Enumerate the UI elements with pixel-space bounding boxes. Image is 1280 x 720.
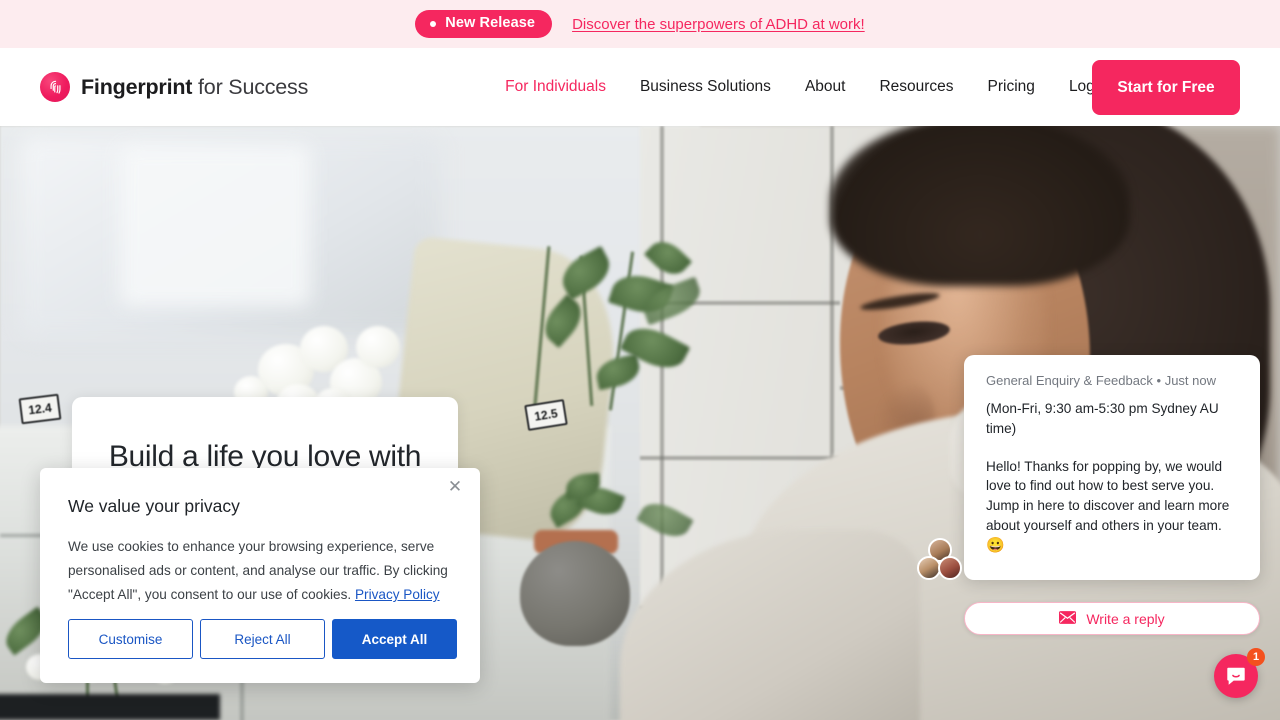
dot-icon [430, 20, 437, 27]
nav-item-about[interactable]: About [788, 78, 863, 96]
chat-message-card[interactable]: General Enquiry & Feedback • Just now (M… [964, 355, 1260, 580]
fingerprint-icon [40, 72, 70, 102]
chat-message-body: Hello! Thanks for popping by, we would l… [986, 457, 1238, 556]
site-header: Fingerprint for Success For Individuals … [0, 48, 1280, 126]
brand-logo[interactable]: Fingerprint for Success [40, 72, 308, 102]
price-tag: 12.4 [18, 393, 62, 425]
page-root: New Release Discover the superpowers of … [0, 0, 1280, 720]
announcement-link[interactable]: Discover the superpowers of ADHD at work… [572, 16, 865, 33]
accept-all-button[interactable]: Accept All [332, 619, 457, 659]
customise-button[interactable]: Customise [68, 619, 193, 659]
nav-item-pricing[interactable]: Pricing [971, 78, 1052, 96]
nav-item-resources[interactable]: Resources [862, 78, 970, 96]
nav-item-business-solutions[interactable]: Business Solutions [623, 78, 788, 96]
chat-message-meta: General Enquiry & Feedback • Just now [986, 373, 1217, 388]
write-a-reply-label: Write a reply [1086, 610, 1165, 627]
reject-all-button[interactable]: Reject All [200, 619, 325, 659]
chat-message-hours: (Mon-Fri, 9:30 am-5:30 pm Sydney AU time… [986, 401, 1219, 436]
close-icon[interactable]: ✕ [442, 473, 468, 499]
nav-item-for-individuals[interactable]: For Individuals [488, 78, 623, 96]
write-a-reply-button[interactable]: Write a reply [964, 602, 1260, 635]
start-for-free-button[interactable]: Start for Free [1092, 60, 1240, 115]
envelope-icon [1059, 610, 1077, 627]
announcement-bar: New Release Discover the superpowers of … [0, 0, 1280, 48]
cookie-consent-dialog: ✕ We value your privacy We use cookies t… [40, 468, 480, 683]
cookie-dialog-title: We value your privacy [68, 496, 240, 516]
new-release-label: New Release [445, 15, 536, 32]
new-release-badge[interactable]: New Release [415, 10, 553, 38]
chat-message-text: Hello! Thanks for popping by, we would l… [986, 458, 1230, 533]
cookie-dialog-actions: Customise Reject All Accept All [68, 619, 457, 659]
brand-name-light: for Success [192, 74, 309, 99]
privacy-policy-link[interactable]: Privacy Policy [355, 587, 440, 602]
chat-agent-avatars [917, 538, 963, 584]
smiley-emoji-icon: 😀 [986, 536, 1005, 554]
unread-count-badge: 1 [1247, 648, 1265, 666]
brand-name-bold: Fingerprint [81, 74, 193, 99]
brand-name: Fingerprint for Success [81, 75, 308, 100]
cookie-dialog-body: We use cookies to enhance your browsing … [68, 535, 452, 607]
main-navigation: For Individuals Business Solutions About… [488, 78, 1129, 96]
avatar [938, 556, 962, 580]
